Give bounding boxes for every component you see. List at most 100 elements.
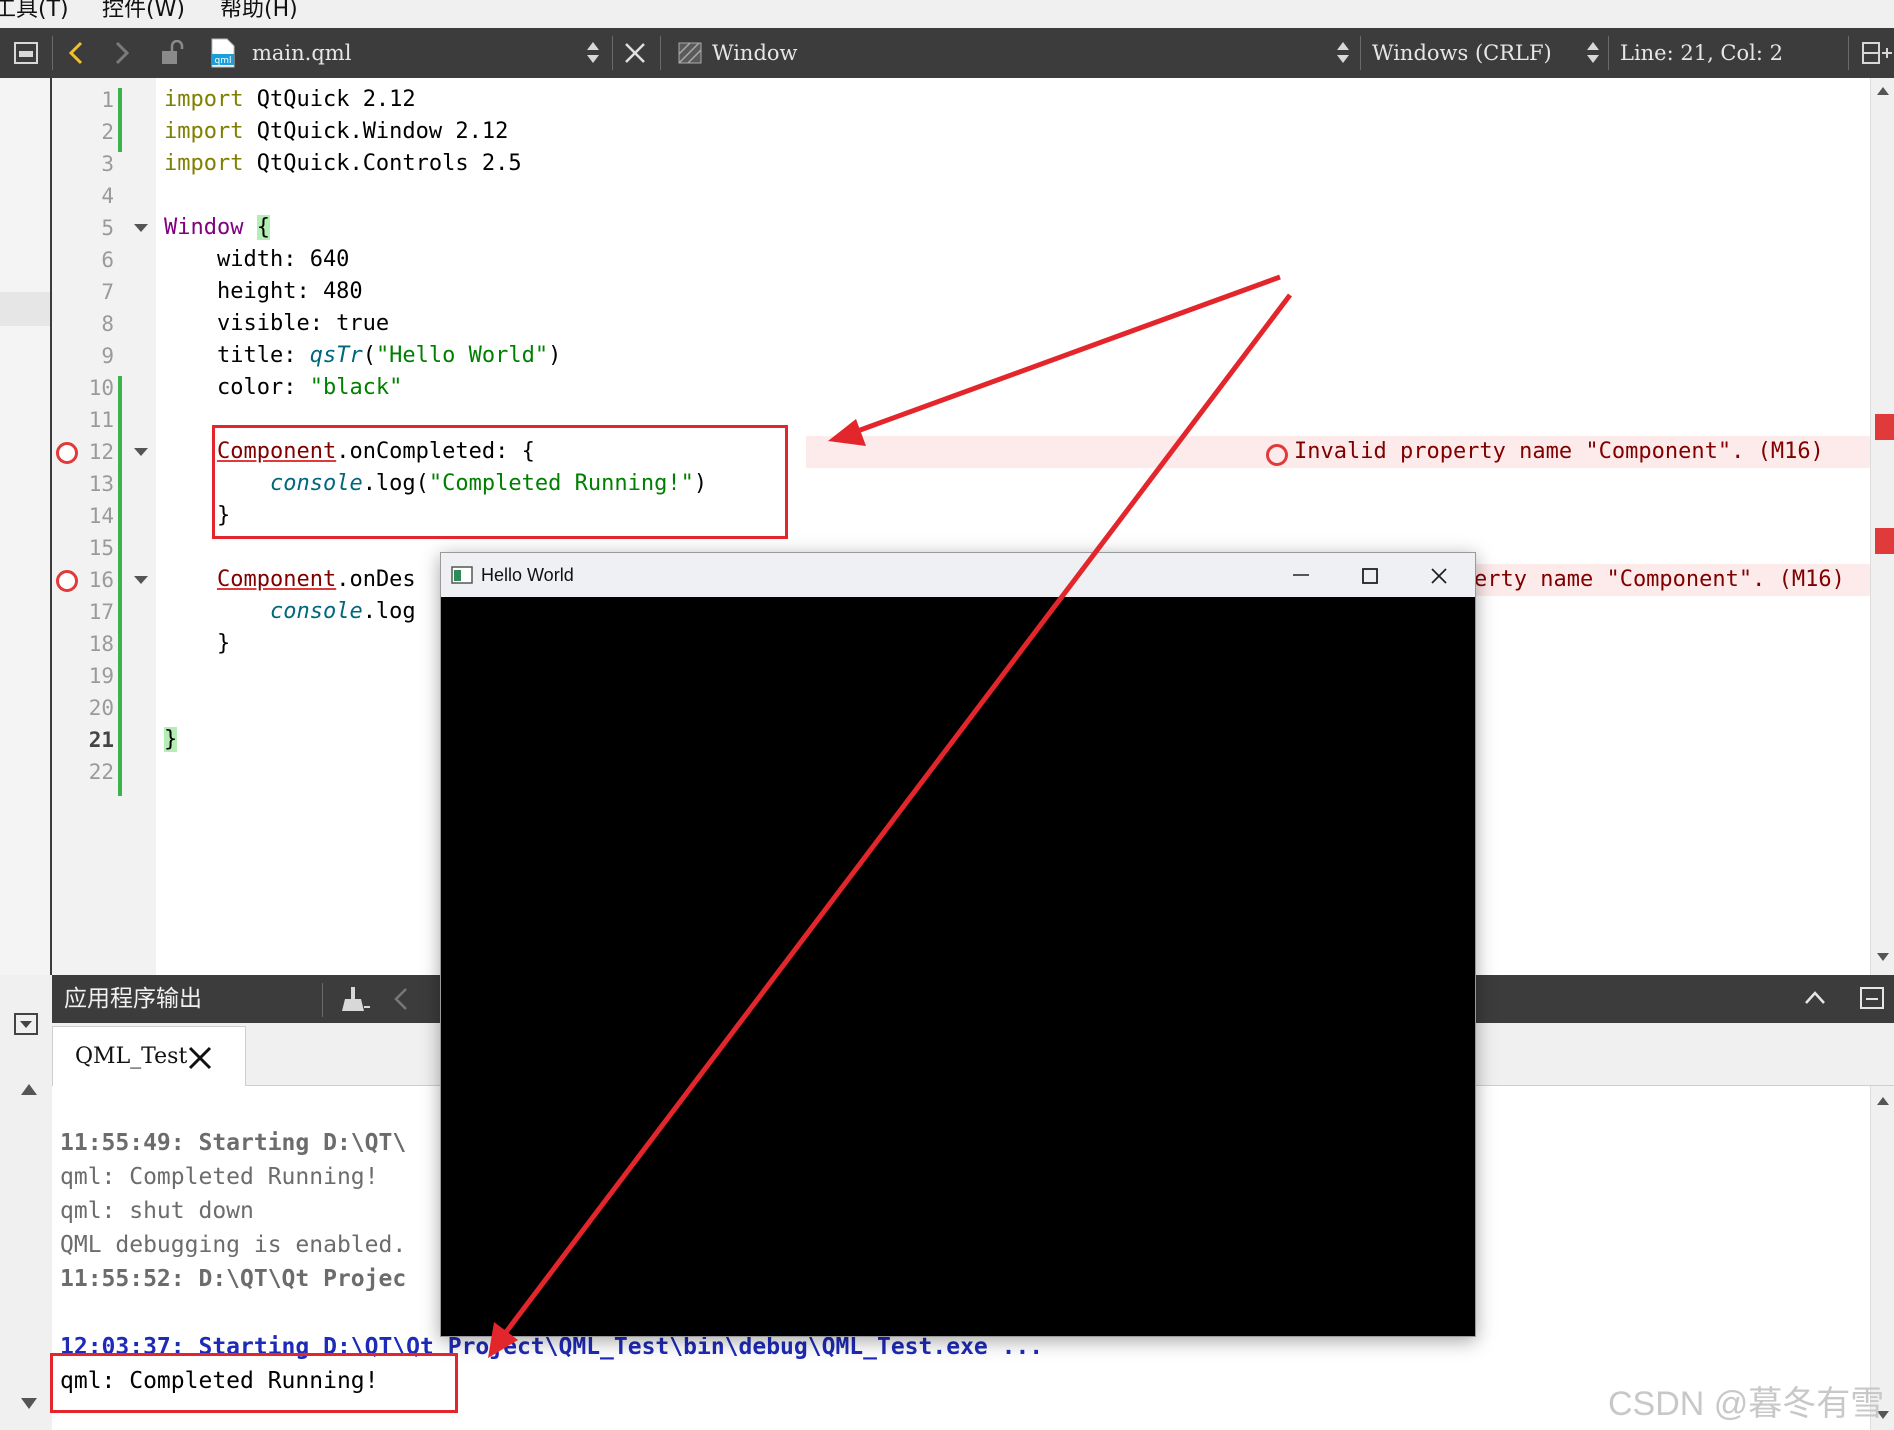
code-text: .onDes — [336, 567, 416, 592]
close-window-icon[interactable] — [1429, 566, 1449, 586]
output-pane-title: 应用程序输出 — [64, 986, 202, 1012]
mode-strip-highlight — [0, 292, 50, 326]
output-left-strip — [0, 975, 54, 1430]
code-text: QtQuick.Window 2.12 — [243, 119, 509, 144]
window-client-area — [441, 597, 1475, 1336]
line-number: 10 — [88, 376, 114, 400]
editor-scrollbar[interactable] — [1870, 78, 1894, 975]
inline-error-message: erty name "Component". (M16) — [1474, 567, 1845, 592]
output-prev-icon[interactable] — [392, 987, 410, 1011]
string-literal: "Hello World" — [375, 343, 549, 368]
code-line-18: } — [164, 631, 231, 656]
code-line-9: title: qsTr("Hello World") — [164, 340, 561, 372]
left-mode-strip — [0, 78, 52, 975]
code-line-17: console.log — [164, 596, 416, 628]
fold-arrow-icon[interactable] — [134, 576, 148, 584]
symbol-selector-chevrons-icon[interactable] — [1336, 40, 1350, 66]
output-tab-label: QML_Test — [75, 1044, 188, 1069]
code-line-6: width: 640 — [164, 247, 350, 272]
toolbar-separator — [1608, 36, 1609, 70]
code-line-7: height: 480 — [164, 279, 363, 304]
fold-arrow-icon[interactable] — [134, 224, 148, 232]
line-number: 15 — [88, 536, 114, 560]
code-line-8: visible: true — [164, 311, 390, 336]
toolbar-separator — [1848, 36, 1849, 70]
menu-controls[interactable]: 控件(W) — [102, 0, 185, 26]
output-line: qml: Completed Running! — [60, 1164, 379, 1190]
back-arrow-icon[interactable] — [66, 40, 86, 66]
error-marker-icon[interactable] — [56, 570, 78, 592]
menu-bar: 工具(T) 控件(W) 帮助(H) — [0, 0, 1894, 29]
line-number: 2 — [101, 120, 114, 144]
file-selector-chevrons-icon[interactable] — [586, 40, 600, 66]
close-document-icon[interactable] — [624, 42, 646, 64]
svg-text:qml: qml — [215, 56, 232, 66]
error-scroll-marker[interactable] — [1875, 528, 1894, 554]
line-number: 5 — [101, 216, 114, 240]
code-line-5: Window { — [164, 212, 270, 244]
split-editor-icon[interactable] — [1862, 42, 1892, 64]
unlock-icon[interactable] — [160, 40, 184, 66]
output-scroll-down-icon[interactable] — [20, 1397, 38, 1411]
line-number: 20 — [88, 696, 114, 720]
symbol-selector-label[interactable]: Window — [712, 28, 798, 78]
code-text: ) — [548, 343, 562, 368]
toggle-sidebar-icon[interactable] — [14, 42, 38, 64]
toggle-output-icon[interactable] — [14, 1013, 38, 1035]
close-tab-icon[interactable] — [187, 1045, 213, 1071]
maximize-pane-icon[interactable] — [1804, 989, 1826, 1005]
object-name: console — [269, 599, 363, 624]
line-ending-label[interactable]: Windows (CRLF) — [1372, 28, 1552, 78]
editor-toolbar: qml main.qml Window Windows (CRLF) Line:… — [0, 28, 1894, 78]
function-name: qsTr — [309, 343, 363, 368]
hello-world-window[interactable]: Hello World — [440, 552, 1476, 1337]
output-tab-qml-test[interactable]: QML_Test — [52, 1026, 246, 1086]
cursor-position-label[interactable]: Line: 21, Col: 2 — [1620, 28, 1783, 78]
error-token: Component — [216, 567, 337, 592]
line-number: 13 — [88, 472, 114, 496]
error-scroll-marker[interactable] — [1875, 414, 1894, 440]
annotation-box-output — [50, 1353, 458, 1413]
fold-arrow-icon[interactable] — [134, 448, 148, 456]
keyword: import — [164, 151, 244, 176]
watermark: CSDN @暮冬有雪 — [1608, 1385, 1885, 1423]
scroll-up-icon[interactable] — [1876, 1096, 1890, 1106]
code-text: .log — [362, 599, 416, 624]
line-number: 9 — [101, 344, 114, 368]
code-line-16: Component.onDes — [164, 564, 416, 596]
window-app-icon — [451, 566, 473, 584]
line-number-gutter: 1 2 3 4 5 6 7 8 9 10 11 12 13 14 15 16 1… — [52, 78, 156, 975]
clear-output-broom-icon[interactable] — [342, 985, 370, 1013]
scroll-up-icon[interactable] — [1876, 86, 1890, 96]
menu-help[interactable]: 帮助(H) — [220, 0, 298, 26]
output-line: qml: shut down — [60, 1198, 254, 1224]
toolbar-separator — [52, 36, 53, 70]
code-text: QtQuick 2.12 — [243, 87, 416, 112]
code-line-2: import QtQuick.Window 2.12 — [164, 116, 508, 148]
error-marker-icon[interactable] — [56, 442, 78, 464]
matching-brace: { — [256, 215, 270, 240]
close-pane-icon[interactable] — [1860, 987, 1884, 1009]
window-title-bar[interactable]: Hello World — [441, 553, 1475, 597]
keyword: import — [164, 119, 244, 144]
file-name-label: main.qml — [252, 41, 352, 65]
annotation-box-oncompleted — [212, 425, 788, 539]
code-text: color: — [164, 375, 310, 400]
forward-arrow-icon[interactable] — [112, 40, 132, 66]
output-scroll-up-icon[interactable] — [20, 1083, 38, 1097]
inline-error-message: Invalid property name "Component". (M16) — [1294, 439, 1824, 464]
line-ending-chevrons-icon[interactable] — [1586, 40, 1600, 66]
line-number: 3 — [101, 152, 114, 176]
minimize-icon[interactable] — [1291, 567, 1311, 583]
menu-tools[interactable]: 工具(T) — [0, 0, 69, 26]
code-line-10: color: "black" — [164, 372, 402, 404]
maximize-icon[interactable] — [1361, 567, 1379, 585]
keyword: import — [164, 87, 244, 112]
line-number: 7 — [101, 280, 114, 304]
output-line: QML debugging is enabled. — [60, 1232, 407, 1258]
scroll-down-icon[interactable] — [1876, 952, 1890, 962]
matching-brace: } — [164, 727, 178, 752]
